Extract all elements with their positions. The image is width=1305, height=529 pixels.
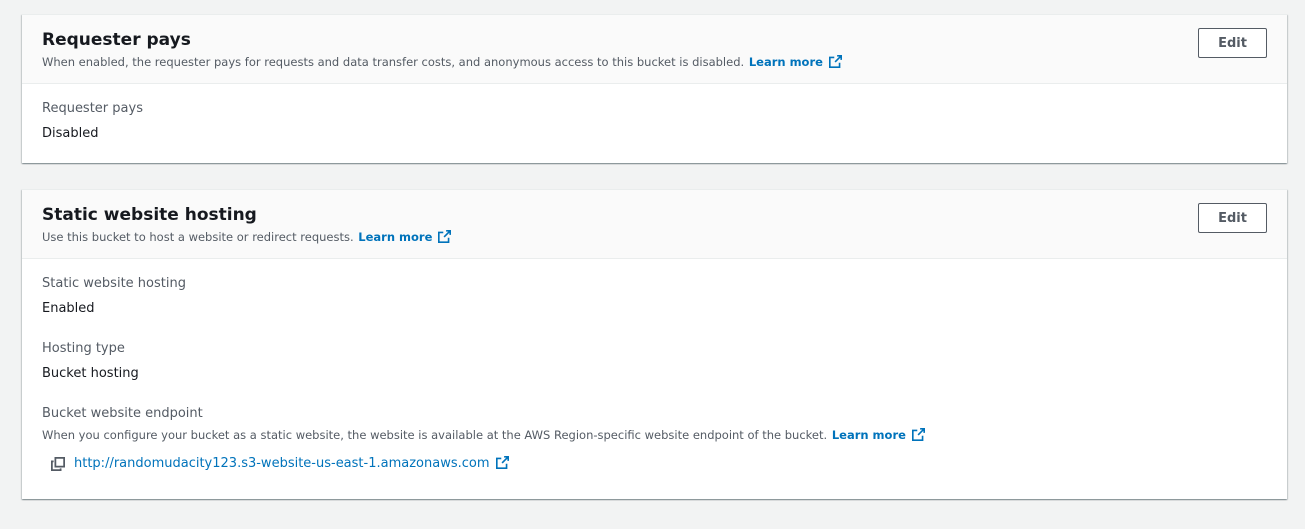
field-label: Static website hosting [42, 276, 186, 291]
bucket-endpoint-link[interactable]: http://randomudacity123.s3-website-us-ea… [74, 456, 509, 471]
external-link-icon [911, 428, 925, 441]
copy-icon[interactable] [51, 456, 65, 471]
description-text: When you configure your bucket as a stat… [42, 428, 828, 442]
requester-pays-field: Requester pays Disabled [42, 100, 1267, 143]
hosting-type-field: Hosting type Bucket hosting [42, 340, 1267, 383]
requester-pays-panel: Requester pays When enabled, the request… [22, 14, 1287, 163]
panel-title: Static website hosting [42, 205, 257, 225]
field-label: Hosting type [42, 341, 125, 356]
field-value: Disabled [42, 126, 99, 141]
learn-more-link[interactable]: Learn more [358, 230, 452, 244]
edit-button[interactable]: Edit [1198, 203, 1267, 233]
field-value: Bucket hosting [42, 366, 139, 381]
field-value: Enabled [42, 301, 95, 316]
static-hosting-header: Static website hosting Use this bucket t… [22, 190, 1287, 259]
field-label: Requester pays [42, 101, 143, 116]
learn-more-label: Learn more [831, 428, 906, 442]
description-text: When enabled, the requester pays for req… [42, 55, 745, 69]
static-website-hosting-panel: Static website hosting Use this bucket t… [22, 189, 1287, 499]
endpoint-description: When you configure your bucket as a stat… [42, 427, 1267, 443]
panel-description: When enabled, the requester pays for req… [42, 54, 1267, 70]
external-link-icon [828, 55, 842, 68]
panel-title: Requester pays [42, 30, 191, 50]
hosting-status-field: Static website hosting Enabled [42, 275, 1267, 318]
external-link-icon [495, 456, 509, 469]
learn-more-link[interactable]: Learn more [832, 428, 925, 442]
endpoint-url: http://randomudacity123.s3-website-us-ea… [74, 456, 490, 471]
learn-more-label: Learn more [748, 55, 823, 69]
learn-more-label: Learn more [358, 230, 433, 244]
external-link-icon [438, 230, 452, 243]
static-hosting-body: Static website hosting Enabled Hosting t… [22, 259, 1287, 471]
requester-pays-body: Requester pays Disabled [22, 84, 1287, 143]
panel-description: Use this bucket to host a website or red… [42, 229, 1267, 245]
endpoint-row: http://randomudacity123.s3-website-us-ea… [42, 456, 1267, 471]
endpoint-field: Bucket website endpoint When you configu… [42, 405, 1267, 471]
field-label: Bucket website endpoint [42, 406, 203, 421]
requester-pays-header: Requester pays When enabled, the request… [22, 15, 1287, 84]
edit-button[interactable]: Edit [1198, 28, 1267, 58]
description-text: Use this bucket to host a website or red… [42, 230, 354, 244]
learn-more-link[interactable]: Learn more [749, 55, 842, 69]
